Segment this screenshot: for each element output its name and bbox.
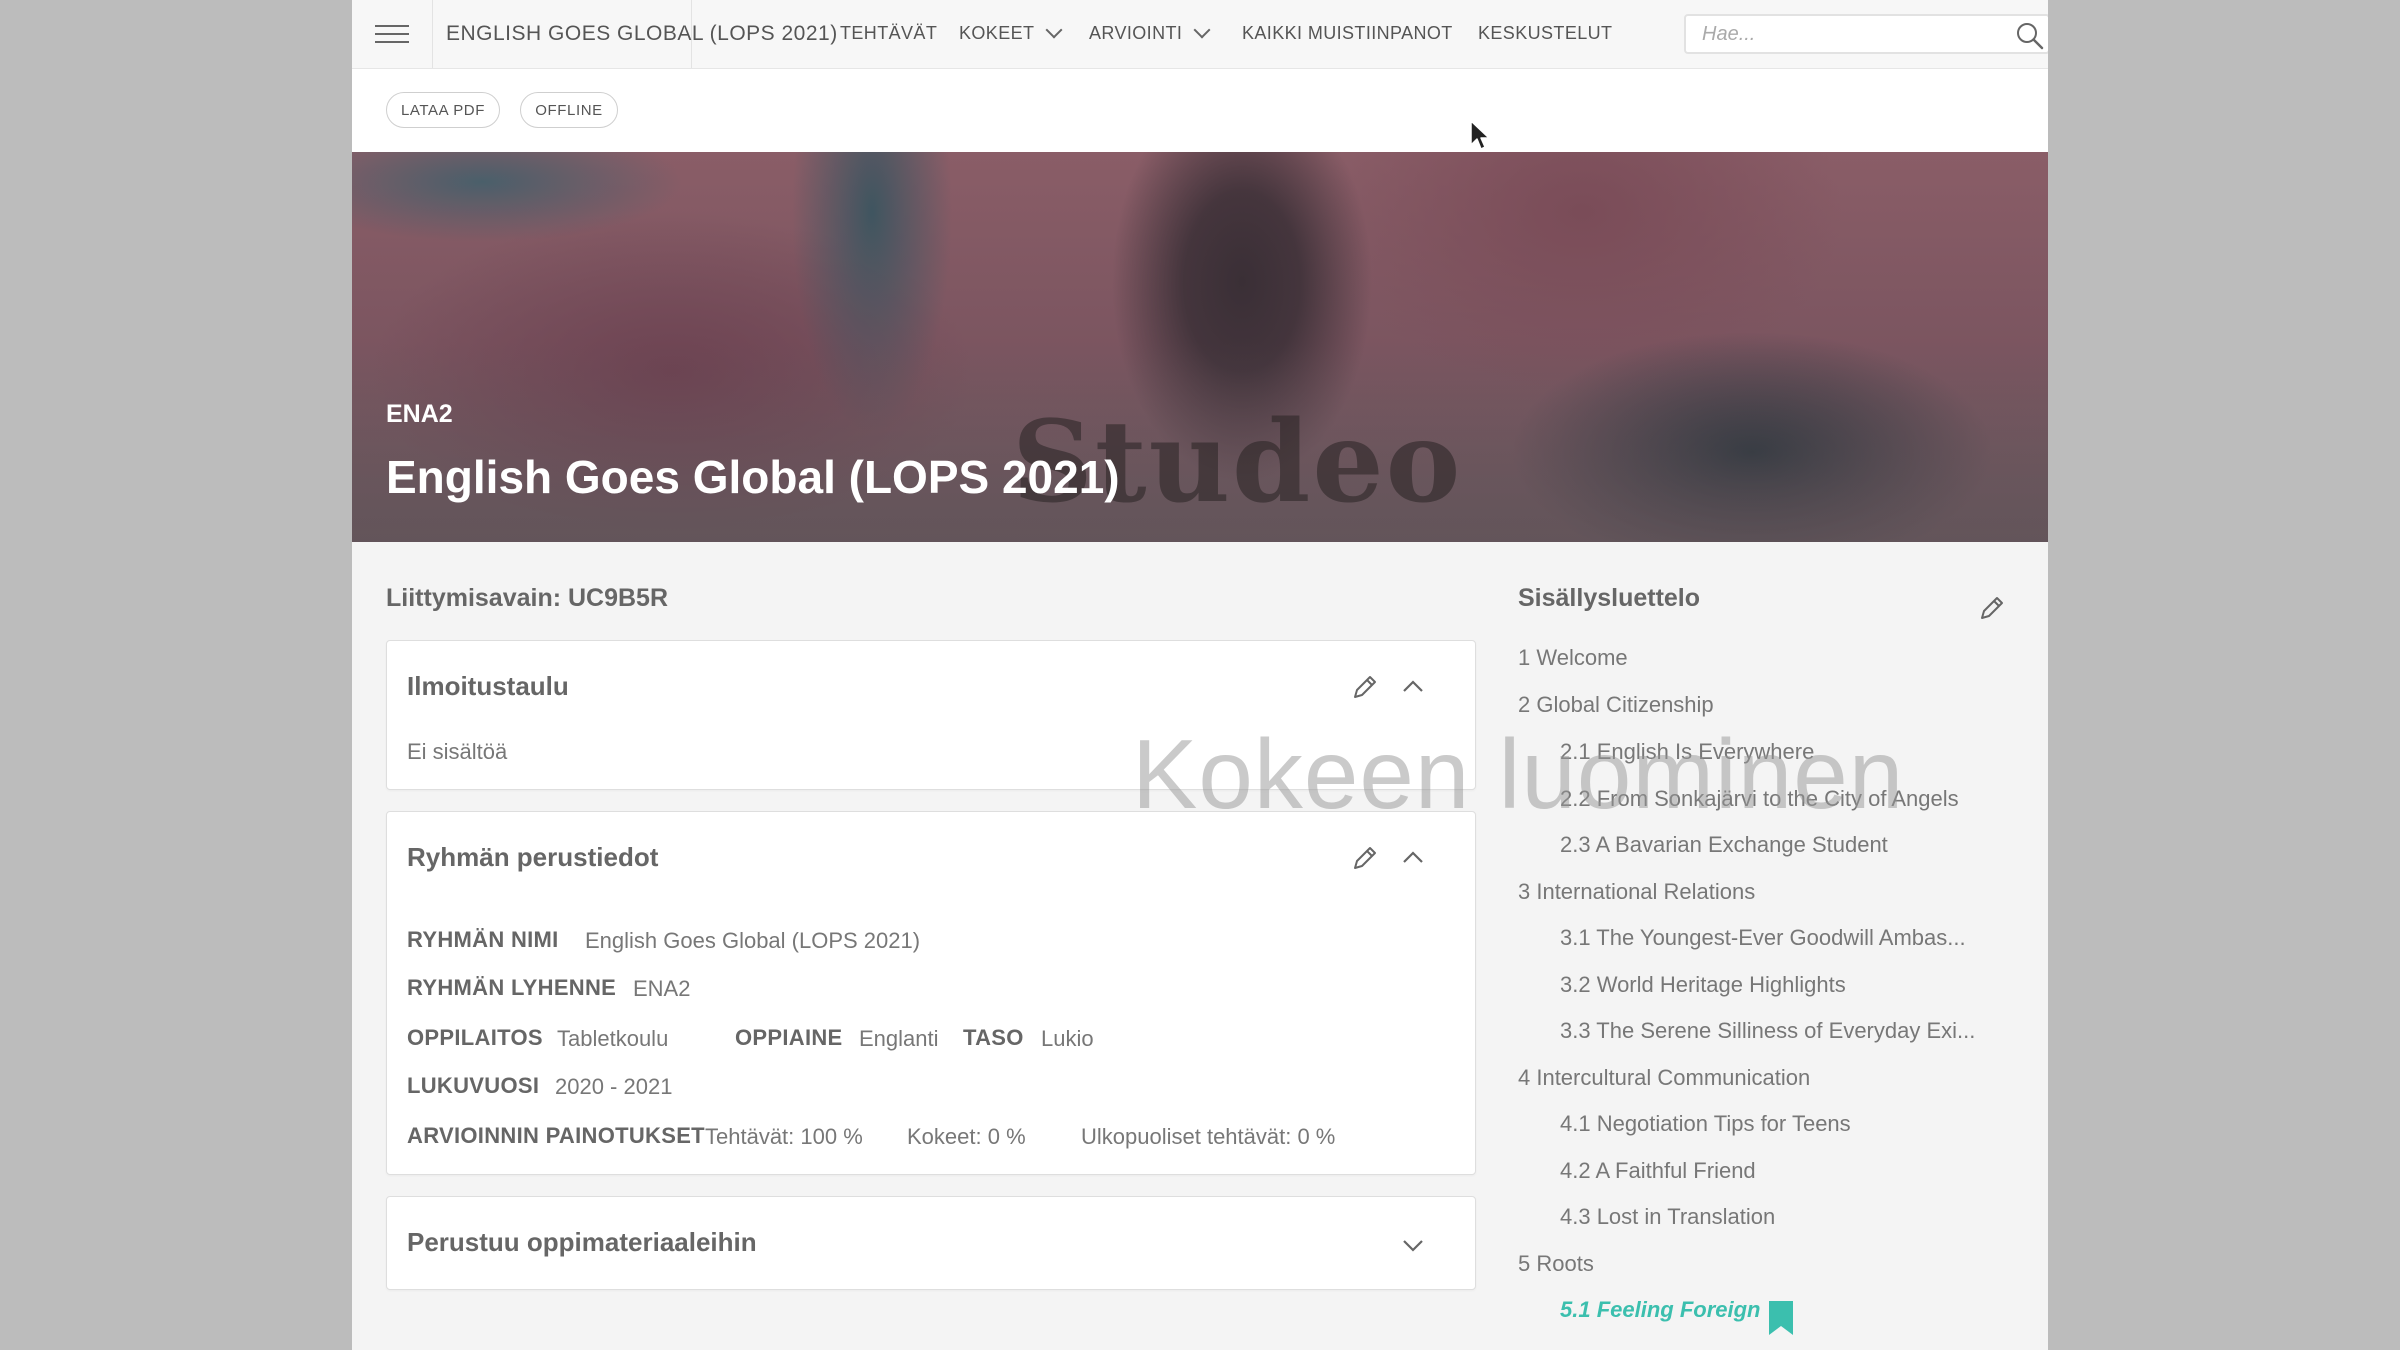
table-of-contents: Sisällysluettelo 1 Welcome 2 Global Citi… <box>1518 0 2038 1350</box>
school-year-value: 2020 - 2021 <box>555 1074 673 1099</box>
edit-pencil-icon[interactable] <box>1349 842 1381 874</box>
toc-item[interactable]: 2.1 English Is Everywhere <box>1560 739 1814 765</box>
nav-exams[interactable]: KOKEET <box>959 0 1063 66</box>
bulletin-title: Ilmoitustaulu <box>407 671 569 701</box>
toc-item[interactable]: 4.1 Negotiation Tips for Teens <box>1560 1111 1851 1137</box>
group-abbr-value: ENA2 <box>633 976 691 1001</box>
chevron-up-icon[interactable] <box>1397 671 1429 703</box>
course-title-link[interactable]: ENGLISH GOES GLOBAL (LOPS 2021) <box>432 0 837 68</box>
group-info-title: Ryhmän perustiedot <box>407 842 659 872</box>
chevron-down-icon <box>1193 21 1211 39</box>
chevron-down-icon <box>1045 21 1063 39</box>
toc-item[interactable]: 4 Intercultural Communication <box>1518 1065 1810 1091</box>
chevron-down-icon[interactable] <box>1397 1229 1429 1261</box>
group-info-card: Ryhmän perustiedot RYHMÄN NIMI English G… <box>386 811 1476 1175</box>
toc-item[interactable]: 5 Roots <box>1518 1251 1594 1277</box>
subject-value: Englanti <box>859 1026 939 1051</box>
group-name-value: English Goes Global (LOPS 2021) <box>585 928 921 953</box>
edit-pencil-icon[interactable] <box>1976 592 2008 624</box>
chevron-up-icon[interactable] <box>1397 842 1429 874</box>
materials-title: Perustuu oppimateriaaleihin <box>407 1227 757 1257</box>
toc-item[interactable]: 3.2 World Heritage Highlights <box>1560 972 1846 998</box>
materials-card[interactable]: Perustuu oppimateriaaleihin <box>386 1196 1476 1290</box>
course-code: ENA2 <box>386 400 453 428</box>
toc-item[interactable]: 2.3 A Bavarian Exchange Student <box>1560 832 1888 858</box>
weight-exams: Kokeet: 0 % <box>907 1124 1026 1149</box>
toc-item[interactable]: 4.2 A Faithful Friend <box>1560 1158 1756 1184</box>
toc-item[interactable]: 3 International Relations <box>1518 879 1755 905</box>
level-label: TASO <box>963 1025 1024 1050</box>
grading-weights-label: ARVIOINNIN PAINOTUKSET <box>407 1123 705 1148</box>
hamburger-icon <box>375 19 409 49</box>
subject-label: OPPIAINE <box>735 1025 843 1050</box>
toc-item[interactable]: 1 Welcome <box>1518 645 1628 671</box>
group-name-label: RYHMÄN NIMI <box>407 927 559 952</box>
toc-item[interactable]: 3.1 The Youngest-Ever Goodwill Ambas... <box>1560 925 1966 951</box>
toc-item[interactable]: 2 Global Citizenship <box>1518 692 1714 718</box>
nav-tasks[interactable]: TEHTÄVÄT <box>840 0 937 66</box>
bulletin-empty-text: Ei sisältöä <box>407 739 508 764</box>
join-key: Liittymisavain: UC9B5R <box>386 584 669 612</box>
toc-item[interactable]: 2.2 From Sonkajärvi to the City of Angel… <box>1560 786 1959 812</box>
offline-button[interactable]: OFFLINE <box>520 92 618 128</box>
school-value: Tabletkoulu <box>557 1026 669 1051</box>
course-title: English Goes Global (LOPS 2021) <box>386 451 1120 503</box>
toc-item-active[interactable]: 5.1 Feeling Foreign <box>1560 1297 1760 1323</box>
app-window: ENGLISH GOES GLOBAL (LOPS 2021) TEHTÄVÄT… <box>352 0 2048 1350</box>
weight-tasks: Tehtävät: 100 % <box>705 1124 863 1149</box>
level-value: Lukio <box>1041 1026 1094 1051</box>
toc-item[interactable]: 4.3 Lost in Translation <box>1560 1204 1775 1230</box>
school-year-label: LUKUVUOSI <box>407 1073 540 1098</box>
weight-external: Ulkopuoliset tehtävät: 0 % <box>1081 1124 1336 1149</box>
bookmark-icon <box>1769 1301 1793 1335</box>
nav-all-notes[interactable]: KAIKKI MUISTIINPANOT <box>1242 0 1453 66</box>
mouse-cursor-icon <box>1470 120 1490 150</box>
nav-grading-label: ARVIOINTI <box>1089 22 1183 43</box>
school-label: OPPILAITOS <box>407 1025 543 1050</box>
toc-title: Sisällysluettelo <box>1518 584 1701 612</box>
nav-grading[interactable]: ARVIOINTI <box>1089 0 1211 66</box>
bulletin-card: Ilmoitustaulu Ei sisältöä <box>386 640 1476 790</box>
group-abbr-label: RYHMÄN LYHENNE <box>407 975 617 1000</box>
toc-item[interactable]: 3.3 The Serene Silliness of Everyday Exi… <box>1560 1018 1975 1044</box>
nav-exams-label: KOKEET <box>959 22 1035 43</box>
menu-button[interactable] <box>352 0 433 68</box>
edit-pencil-icon[interactable] <box>1349 671 1381 703</box>
download-pdf-button[interactable]: LATAA PDF <box>386 92 500 128</box>
